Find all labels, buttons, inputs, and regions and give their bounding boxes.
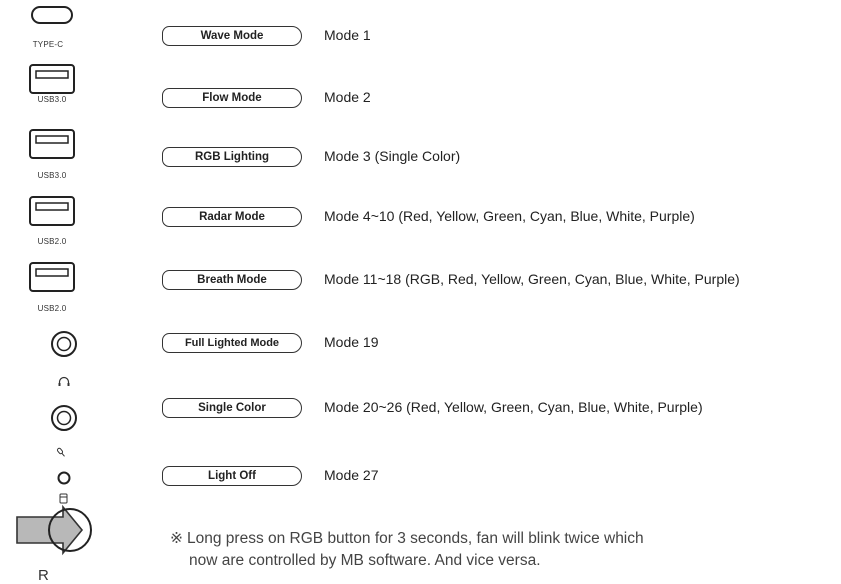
mode-desc: Mode 27 (324, 467, 379, 483)
note-line-2: now are controlled by MB software. And v… (189, 552, 541, 570)
mode-desc: Mode 1 (324, 27, 371, 43)
mode-button-single-color: Single Color (162, 398, 302, 418)
rgb-button (16, 504, 92, 556)
mode-button-wave: Wave Mode (162, 26, 302, 46)
mode-button-breath: Breath Mode (162, 270, 302, 290)
microphone-icon (56, 447, 65, 457)
mode-button-light-off: Light Off (162, 466, 302, 486)
mode-desc: Mode 3 (Single Color) (324, 148, 461, 164)
port-label: USB3.0 (37, 95, 67, 104)
mode-desc: Mode 2 (324, 89, 371, 105)
rgb-button-label: R (38, 567, 49, 584)
mode-desc: Mode 19 (324, 334, 379, 350)
note-symbol: ※ (170, 530, 183, 547)
port-label: TYPE-C (32, 40, 64, 49)
note-line-1: Long press on RGB button for 3 seconds, … (187, 530, 644, 547)
mode-button-full-lighted: Full Lighted Mode (162, 333, 302, 353)
port-label: USB2.0 (37, 304, 67, 313)
mode-desc: Mode 20~26 (Red, Yellow, Green, Cyan, Bl… (324, 399, 703, 415)
usb-a-port-icon (29, 262, 75, 292)
mode-desc: Mode 11~18 (RGB, Red, Yellow, Green, Cya… (324, 271, 740, 287)
long-press-note: ※ Long press on RGB button for 3 seconds,… (170, 528, 644, 573)
headphone-jack (51, 331, 77, 386)
usb-c-port-icon (31, 6, 73, 24)
headphone-icon (58, 376, 70, 386)
mode-desc: Mode 4~10 (Red, Yellow, Green, Cyan, Blu… (324, 208, 695, 224)
usb-a-port-icon (29, 196, 75, 226)
mode-button-rgb-lighting: RGB Lighting (162, 147, 302, 167)
mode-button-flow: Flow Mode (162, 88, 302, 108)
port-label: USB2.0 (37, 237, 67, 246)
microphone-jack (51, 405, 77, 457)
mode-button-radar: Radar Mode (162, 207, 302, 227)
usb-a-port-icon (29, 129, 75, 159)
usb-a-port-icon (29, 64, 75, 94)
port-label: USB3.0 (37, 171, 67, 180)
